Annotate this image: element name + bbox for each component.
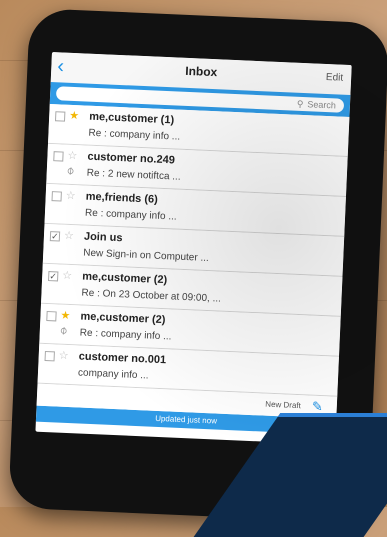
message-list: ★ me,customer (1) Re : company info ... ☆ ⌀ c… bbox=[37, 103, 350, 397]
message-checkbox[interactable]: ✓ bbox=[49, 231, 61, 242]
edit-button[interactable]: Edit bbox=[326, 72, 344, 84]
message-checkbox[interactable] bbox=[46, 311, 57, 322]
mail-app-screen: ‹ Inbox Edit ⚲ Search ★ me,customer (1) Re… bbox=[35, 52, 352, 445]
message-subject: Re : On 23 October at 09:00, ... bbox=[81, 287, 222, 305]
message-sender: customer no.249 bbox=[87, 150, 176, 167]
star-icon[interactable]: ☆ bbox=[59, 349, 69, 362]
message-subject: Re : company info ... bbox=[84, 207, 177, 223]
message-subject: company info ... bbox=[77, 367, 149, 382]
message-subject: New Sign-in on Computer ... bbox=[83, 247, 210, 265]
star-icon[interactable]: ★ bbox=[60, 309, 70, 322]
message-checkbox[interactable] bbox=[53, 151, 64, 162]
message-subject: Re : 2 new notiftca ... bbox=[86, 167, 181, 183]
star-icon[interactable]: ☆ bbox=[62, 269, 72, 282]
paperclip-icon: ⌀ bbox=[64, 164, 77, 178]
search-icon: ⚲ bbox=[296, 98, 304, 109]
star-icon[interactable]: ☆ bbox=[64, 229, 74, 242]
message-checkbox[interactable]: ✓ bbox=[48, 271, 59, 282]
message-sender: me,customer (2) bbox=[80, 310, 166, 327]
star-icon[interactable]: ☆ bbox=[65, 189, 75, 202]
message-sender: me,friends (6) bbox=[85, 190, 159, 206]
new-draft-label: New Draft bbox=[265, 399, 302, 411]
star-icon[interactable]: ★ bbox=[69, 109, 79, 122]
message-sender: Join us bbox=[83, 230, 123, 245]
message-checkbox[interactable] bbox=[51, 191, 62, 202]
message-sender: customer no.001 bbox=[78, 350, 167, 367]
star-icon[interactable]: ☆ bbox=[67, 149, 77, 162]
message-checkbox[interactable] bbox=[54, 111, 66, 122]
paperclip-icon: ⌀ bbox=[57, 323, 70, 338]
message-checkbox[interactable] bbox=[44, 350, 55, 362]
message-subject: Re : company info ... bbox=[79, 327, 172, 343]
message-sender: me,customer (2) bbox=[81, 270, 168, 287]
search-placeholder: Search bbox=[307, 99, 337, 111]
message-sender: me,customer (1) bbox=[88, 110, 175, 127]
message-subject: Re : company info ... bbox=[88, 127, 181, 143]
